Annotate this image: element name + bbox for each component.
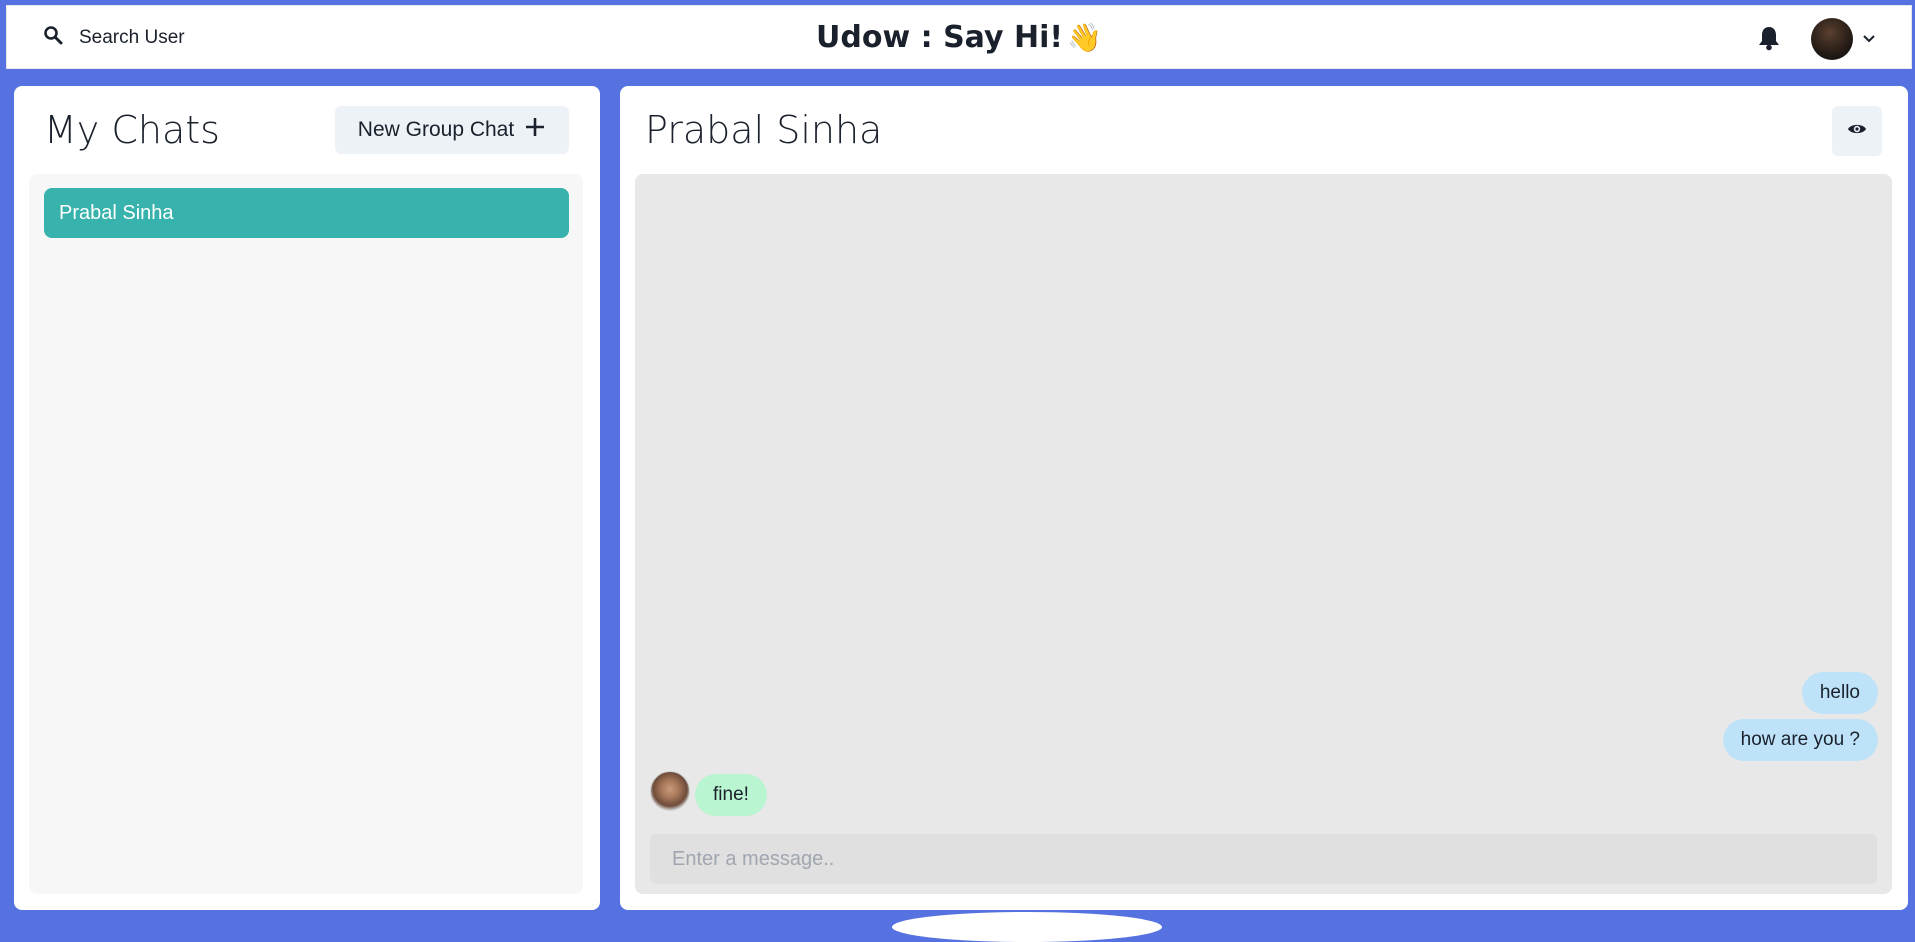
sender-avatar[interactable] [650,771,690,811]
my-chats-title: My Chats [44,108,220,152]
message-bubble-sent: hello [1801,672,1878,714]
profile-menu-button[interactable] [1811,17,1875,61]
messages-area: hello how are you ? fine! [635,174,1892,894]
eye-icon [1847,122,1867,141]
chat-list: Prabal Sinha [29,174,583,894]
message-bubble-sent: how are you ? [1722,719,1878,761]
new-group-chat-label: New Group Chat [357,118,515,141]
top-bar: Search User Udow : Say Hi! 👋 [6,5,1912,69]
chat-list-item-name: Prabal Sinha [59,201,174,224]
chat-panel: Prabal Sinha hello how are you ? fine! [620,86,1908,910]
new-group-chat-button[interactable]: New Group Chat [335,106,569,154]
bell-icon [1757,27,1781,55]
view-profile-button[interactable] [1832,106,1882,156]
plus-icon [524,116,546,144]
notification-button[interactable] [1757,25,1785,53]
wave-icon: 👋 [1067,21,1102,54]
chat-title: Prabal Sinha [645,108,883,152]
message-input[interactable] [650,834,1877,884]
message-bubble-received: fine! [695,774,767,816]
my-chats-panel: My Chats New Group Chat Prabal Sinha [14,86,600,910]
app-title: Udow : Say Hi! 👋 [7,20,1911,55]
chevron-down-icon [1863,30,1875,48]
bottom-decoration [892,912,1162,942]
chat-list-item[interactable]: Prabal Sinha [44,188,569,238]
app-title-text: Udow : Say Hi! [816,20,1064,55]
avatar [1811,18,1853,60]
